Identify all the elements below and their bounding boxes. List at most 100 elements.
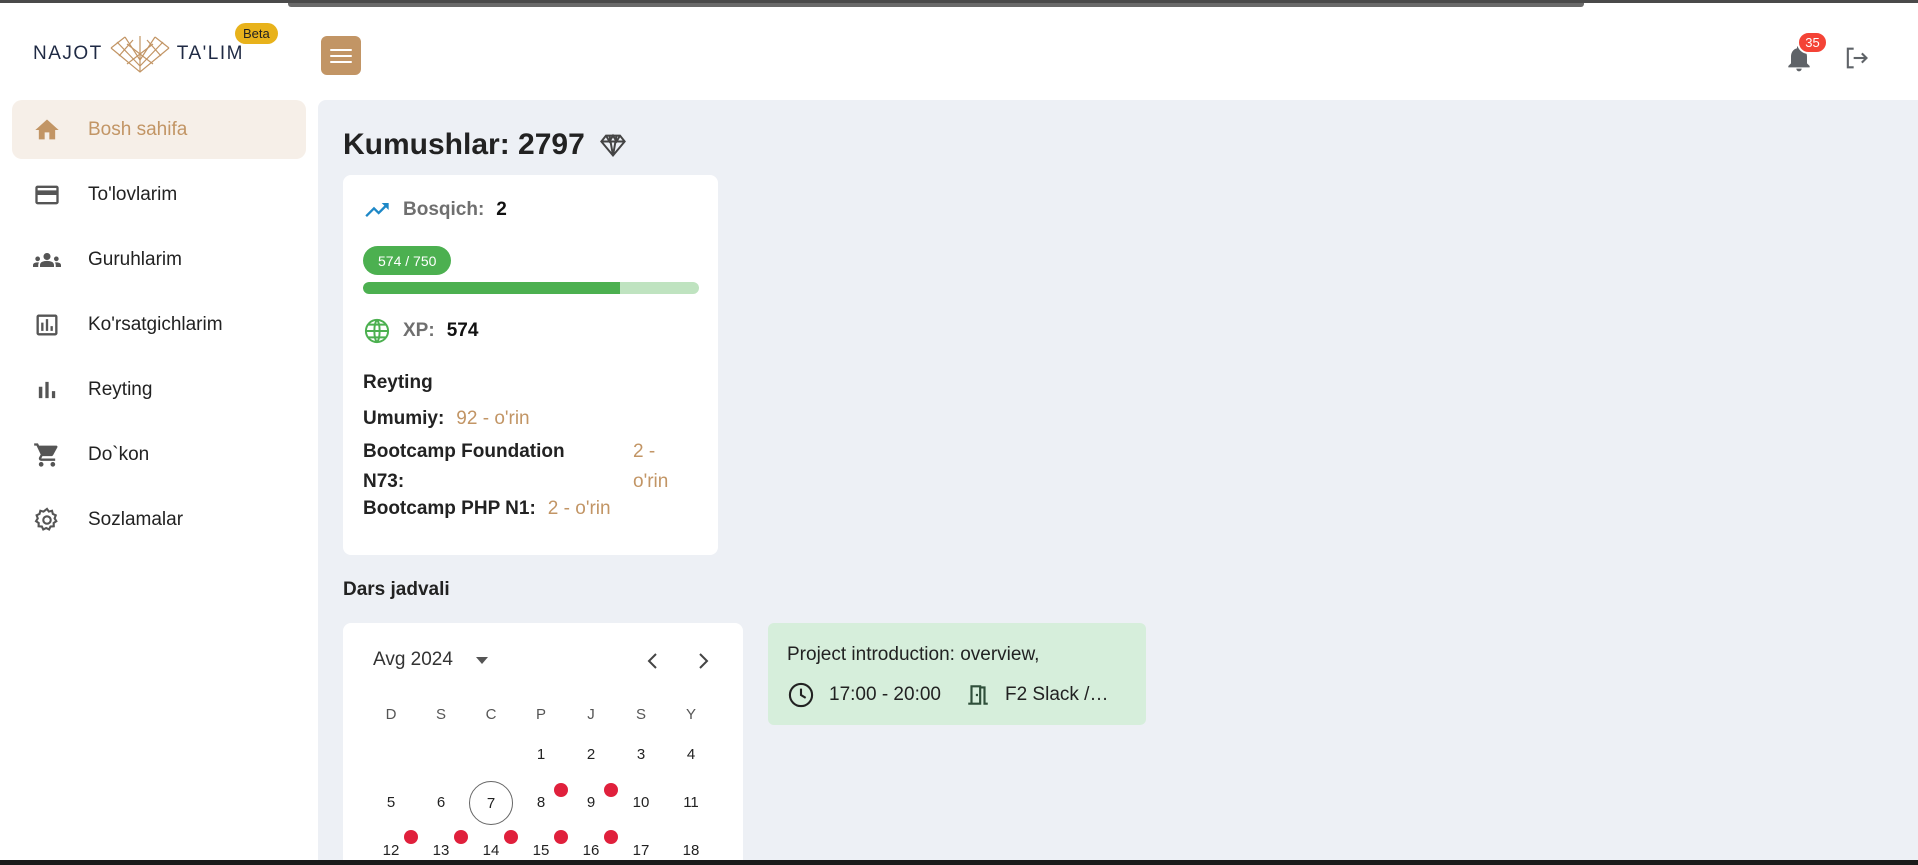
weekday-label: D [385, 706, 397, 723]
calendar-day[interactable]: 10 [619, 781, 663, 825]
trending-up-icon [365, 203, 389, 217]
lesson-dot [604, 830, 618, 844]
coins-heading: Kumushlar: 2797 [343, 128, 627, 162]
lesson-title: Project introduction: overview, [787, 644, 1040, 665]
lesson-room: F2 Slack /… [1004, 684, 1109, 705]
logout-icon [1846, 47, 1868, 69]
rating-value: 92 - o'rin [456, 408, 530, 429]
calendar: Avg 2024 D S C P J S Y 1 2 3 4 5 6 7 8 9… [343, 623, 743, 865]
sidebar-item-tolovlarim[interactable]: To'lovlarim [12, 165, 306, 224]
sidebar-item-label: Guruhlarim [88, 248, 182, 270]
stage-row: Bosqich: 2 [363, 196, 507, 224]
rating-title: Reyting [363, 372, 433, 393]
gear-icon [32, 505, 62, 535]
analytics-icon [32, 310, 62, 340]
brand-name-right: TA'LIM [176, 43, 244, 64]
coins-title: Kumushlar: 2797 [343, 128, 585, 161]
scrollbar-thumb[interactable] [288, 3, 1584, 7]
stage-value: 2 [496, 199, 507, 220]
lesson-card[interactable]: Project introduction: overview, 17:00 - … [768, 623, 1146, 725]
home-icon [32, 115, 62, 145]
door-icon [968, 685, 988, 705]
lesson-dot [454, 830, 468, 844]
chevron-left-icon [647, 653, 657, 669]
sidebar-item-reyting[interactable]: Reyting [12, 360, 306, 419]
calendar-day[interactable]: 6 [419, 781, 463, 825]
logout-button[interactable] [1842, 44, 1870, 77]
calendar-day[interactable]: 2 [569, 733, 613, 777]
calendar-day[interactable]: 5 [369, 781, 413, 825]
weekday-label: C [485, 706, 497, 723]
caret-down-icon [475, 657, 488, 664]
rating-value-line1: 2 - [633, 441, 656, 462]
sidebar-item-sozlamalar[interactable]: Sozlamalar [12, 490, 306, 549]
rating-value: 2 - o'rin [547, 498, 611, 519]
lesson-dot [504, 830, 518, 844]
weekday-label: P [535, 706, 546, 723]
weekday-label: Y [685, 706, 696, 723]
brand-logo[interactable]: NAJOT TA'LIM [33, 34, 244, 74]
rating-value-line2: o'rin [633, 471, 669, 492]
rating-value-foundation: 2 - o'rin [633, 437, 668, 497]
calendar-day[interactable]: 1 [519, 733, 563, 777]
weekday-label: S [435, 706, 446, 723]
lesson-details: 17:00 - 20:00 F2 Slack /… [787, 681, 1108, 709]
progress-bar [363, 282, 699, 294]
lesson-time: 17:00 - 20:00 [829, 684, 941, 705]
progress-pill: 574 / 750 [363, 246, 452, 275]
schedule-title: Dars jadvali [343, 579, 450, 600]
sidebar-item-guruhlarim[interactable]: Guruhlarim [12, 230, 306, 289]
rating-label-line1: Bootcamp Foundation [363, 441, 565, 462]
menu-toggle-button[interactable] [321, 36, 361, 75]
calendar-day[interactable]: 11 [669, 781, 713, 825]
lesson-dot [404, 830, 418, 844]
logo-mark-icon [110, 36, 170, 73]
progress-bar-fill [363, 282, 621, 294]
xp-row: XP: 574 [363, 317, 478, 345]
bottom-edge [0, 860, 1918, 865]
rating-label: Umumiy: [363, 408, 445, 429]
sidebar-item-dokon[interactable]: Do`kon [12, 425, 306, 484]
calendar-day[interactable]: 4 [669, 733, 713, 777]
rating-label: Bootcamp PHP N1: [363, 498, 536, 519]
sidebar-item-label: Sozlamalar [88, 508, 184, 530]
browser-top-strip [0, 0, 1918, 12]
sidebar-nav: Bosh sahifa To'lovlarim Guruhlarim Ko'rs… [12, 100, 306, 555]
groups-icon [32, 245, 62, 275]
bar-chart-icon [32, 375, 62, 405]
sidebar-item-korsatgichlarim[interactable]: Ko'rsatgichlarim [12, 295, 306, 354]
calendar-day-today[interactable]: 7 [469, 781, 513, 825]
shopping-cart-icon [32, 440, 62, 470]
sidebar-item-bosh-sahifa[interactable]: Bosh sahifa [12, 100, 306, 159]
lesson-dot [604, 783, 618, 797]
rating-row-foundation: Bootcamp Foundation N73: [363, 437, 565, 497]
xp-label: XP: [403, 320, 435, 341]
chevron-right-icon [699, 653, 709, 669]
credit-card-icon [32, 180, 62, 210]
hamburger-icon [330, 48, 352, 63]
previous-month-button[interactable] [641, 649, 665, 678]
weekday-label: J [587, 706, 595, 723]
notification-count-badge: 35 [1797, 31, 1828, 54]
beta-badge: Beta [235, 23, 278, 44]
weekday-label: S [635, 706, 646, 723]
sidebar-item-label: To'lovlarim [88, 183, 178, 205]
month-label: Avg 2024 [373, 649, 453, 670]
next-month-button[interactable] [691, 649, 715, 678]
clock-icon [788, 682, 814, 708]
calendar-day[interactable]: 3 [619, 733, 663, 777]
stage-label: Bosqich: [403, 199, 485, 220]
sidebar-item-label: Ko'rsatgichlarim [88, 313, 223, 335]
sidebar-item-label: Bosh sahifa [88, 118, 188, 140]
lesson-dot [554, 783, 568, 797]
diamond-icon [599, 133, 626, 158]
progress-card: Bosqich: 2 574 / 750 XP: 574 Reyting Umu… [343, 175, 718, 555]
sidebar-item-label: Do`kon [88, 443, 150, 465]
xp-value: 574 [446, 320, 479, 341]
rating-row-overall: Umumiy: 92 - o'rin [363, 408, 530, 430]
main-content: Kumushlar: 2797 Bosqich: 2 574 / 750 XP:… [318, 100, 1918, 865]
globe-icon [364, 318, 390, 344]
month-selector[interactable]: Avg 2024 [373, 649, 489, 671]
sidebar-item-label: Reyting [88, 378, 153, 400]
brand-name-left: NAJOT [33, 43, 103, 64]
